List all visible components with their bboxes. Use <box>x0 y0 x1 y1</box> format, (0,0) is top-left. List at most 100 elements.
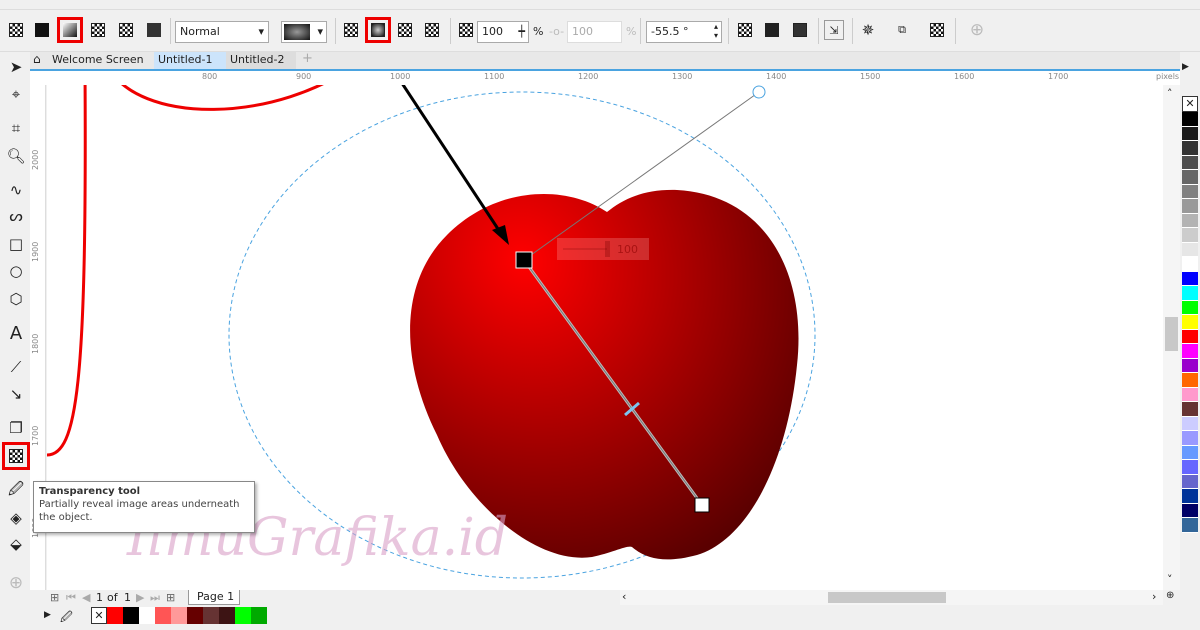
color-swatch[interactable] <box>1182 257 1198 272</box>
color-swatch[interactable] <box>219 607 235 624</box>
shape-tool-icon[interactable]: ⌖ <box>5 83 27 105</box>
bitmap-transparency-icon[interactable] <box>144 20 164 40</box>
color-swatch[interactable] <box>1182 489 1198 504</box>
palette-flyout-icon[interactable]: ▶ <box>44 610 51 620</box>
elliptical-transparency-icon[interactable] <box>365 17 391 43</box>
color-swatch[interactable] <box>1182 199 1198 214</box>
vertical-scrollbar[interactable]: ˄ ˅ <box>1163 85 1180 590</box>
linear-transparency-icon[interactable] <box>341 20 361 40</box>
no-color-swatch[interactable]: ✕ <box>91 607 107 624</box>
no-transparency-icon[interactable] <box>6 20 26 40</box>
color-swatch[interactable] <box>1182 358 1198 373</box>
tab-welcome-screen[interactable]: Welcome Screen <box>48 52 154 69</box>
color-swatch[interactable] <box>1182 300 1198 315</box>
color-swatch[interactable] <box>1182 271 1198 286</box>
merge-mode-select[interactable]: Normal ▾ <box>175 21 269 43</box>
tab-untitled-1[interactable]: Untitled-1 <box>154 52 226 69</box>
color-swatch[interactable] <box>251 607 267 624</box>
free-scale-icon[interactable]: ⇲ <box>824 20 844 40</box>
opacity-input[interactable]: 100 ┿ <box>477 21 529 43</box>
feather-input[interactable]: 100 <box>567 21 622 43</box>
color-swatch[interactable] <box>171 607 187 624</box>
polygon-tool-icon[interactable]: ⬡ <box>5 288 27 310</box>
color-swatch[interactable] <box>139 607 155 624</box>
color-swatch[interactable] <box>1182 155 1198 170</box>
color-swatch[interactable] <box>107 607 123 624</box>
add-tool-icon[interactable]: ⊕ <box>5 572 27 594</box>
color-swatch[interactable] <box>1182 460 1198 475</box>
fountain-transparency-icon[interactable] <box>57 17 83 43</box>
chevron-right-icon[interactable]: › <box>1152 590 1156 603</box>
color-swatch[interactable] <box>1182 213 1198 228</box>
color-swatch[interactable] <box>1182 344 1198 359</box>
crop-tool-icon[interactable]: ⌗ <box>5 117 27 139</box>
scroll-thumb[interactable] <box>1165 317 1178 351</box>
color-swatch[interactable] <box>1182 184 1198 199</box>
angle-input[interactable]: -55.5 ° ▴ ▾ <box>646 21 722 43</box>
color-swatch[interactable] <box>1182 402 1198 417</box>
color-swatch[interactable] <box>1182 387 1198 402</box>
parallel-dimension-icon[interactable]: ⟋ <box>5 356 27 378</box>
palette-flyout-icon[interactable]: ▶ <box>1182 62 1189 72</box>
color-swatch[interactable] <box>1182 242 1198 257</box>
angle-handle[interactable] <box>752 85 766 99</box>
ellipse-tool-icon[interactable]: ○ <box>5 260 27 282</box>
color-swatch[interactable] <box>1182 286 1198 301</box>
first-page-icon[interactable]: ⏮ <box>66 591 76 605</box>
spinner-icon[interactable]: ▴ ▾ <box>714 22 718 40</box>
color-swatch[interactable] <box>1182 373 1198 388</box>
color-swatch[interactable] <box>1182 126 1198 141</box>
smart-fill-icon[interactable]: ⬙ <box>5 533 27 555</box>
rectangle-tool-icon[interactable]: □ <box>5 233 27 255</box>
slider-icon[interactable]: ┿ <box>518 25 525 38</box>
no-color-swatch[interactable]: ✕ <box>1182 96 1198 112</box>
uniform-transparency-icon[interactable] <box>32 20 52 40</box>
prev-page-icon[interactable]: ◀ <box>82 591 90 604</box>
next-page-icon[interactable]: ▶ <box>136 591 144 604</box>
scroll-thumb[interactable] <box>828 592 946 603</box>
color-swatch[interactable] <box>1182 431 1198 446</box>
copy-transparency-icon[interactable]: ⧉ <box>892 20 912 40</box>
eyedropper-tool-icon[interactable]: 🖉 <box>5 480 27 502</box>
color-swatch[interactable] <box>187 607 203 624</box>
home-icon[interactable]: ⌂ <box>33 52 41 66</box>
color-swatch[interactable] <box>203 607 219 624</box>
color-swatch[interactable] <box>1182 141 1198 156</box>
transparency-tool-icon[interactable] <box>2 442 30 470</box>
color-swatch[interactable] <box>1182 474 1198 489</box>
texture-transparency-icon[interactable] <box>116 20 136 40</box>
color-swatch[interactable] <box>123 607 139 624</box>
zoom-tool-icon[interactable]: 🔍︎ <box>5 145 27 167</box>
interactive-fill-icon[interactable]: ◈ <box>5 507 27 529</box>
outline-transparency-icon[interactable] <box>762 20 782 40</box>
chevron-left-icon[interactable]: ‹ <box>622 590 626 603</box>
color-swatch[interactable] <box>1182 518 1198 533</box>
fill-transparency-icon[interactable] <box>735 20 755 40</box>
color-swatch[interactable] <box>1182 228 1198 243</box>
zoom-icon[interactable]: ⊕ <box>1166 590 1174 601</box>
color-swatch[interactable] <box>1182 315 1198 330</box>
conical-transparency-icon[interactable] <box>395 20 415 40</box>
text-tool-icon[interactable]: A <box>5 322 27 344</box>
add-page-after-icon[interactable]: ⊞ <box>166 591 175 604</box>
artistic-media-icon[interactable]: ᔕ <box>5 205 27 227</box>
color-swatch[interactable] <box>1182 503 1198 518</box>
end-node[interactable] <box>694 497 710 513</box>
pick-tool-icon[interactable]: ➤ <box>5 56 27 78</box>
fountain-picker[interactable]: ▾ <box>281 21 327 43</box>
color-swatch[interactable] <box>1182 445 1198 460</box>
last-page-icon[interactable]: ⏭ <box>150 591 160 605</box>
start-node[interactable] <box>515 251 533 269</box>
pattern-transparency-icon[interactable] <box>88 20 108 40</box>
drop-shadow-icon[interactable]: ❐ <box>5 417 27 439</box>
color-swatch[interactable] <box>1182 416 1198 431</box>
freeze-transparency-icon[interactable] <box>927 20 947 40</box>
eyedropper-icon[interactable]: 🖉 <box>60 608 73 629</box>
new-tab-button[interactable]: + <box>298 50 317 67</box>
horizontal-scrollbar[interactable]: ‹ › <box>620 590 1163 605</box>
tab-untitled-2[interactable]: Untitled-2 <box>226 52 296 69</box>
add-icon[interactable]: ⊕ <box>967 20 987 40</box>
rectangular-transparency-icon[interactable] <box>422 20 442 40</box>
color-swatch[interactable] <box>1182 112 1198 127</box>
connector-tool-icon[interactable]: ↘ <box>5 383 27 405</box>
